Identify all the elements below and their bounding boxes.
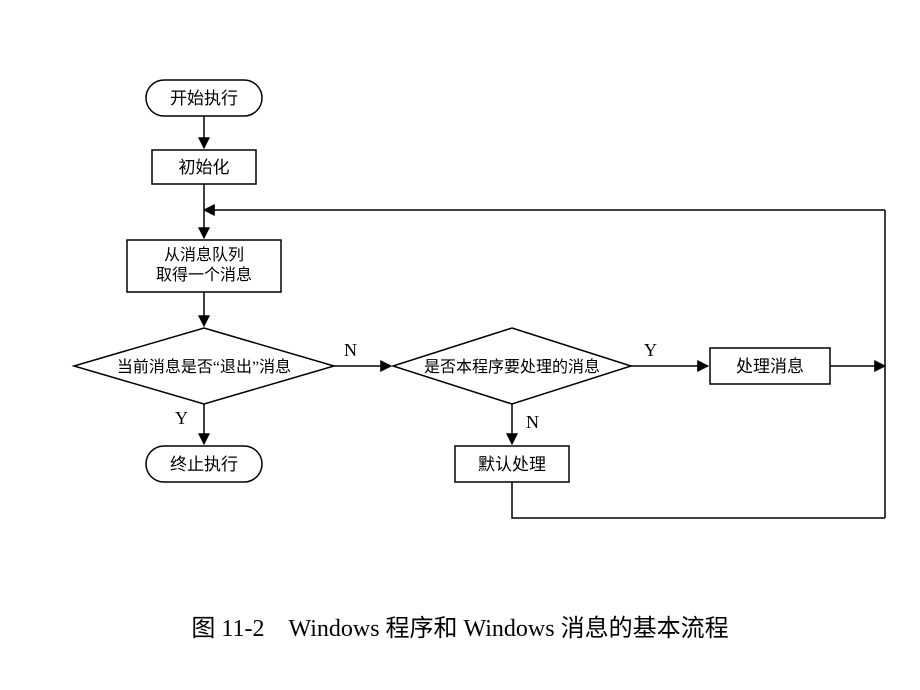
node-init-label: 初始化: [179, 158, 230, 177]
node-default-label: 默认处理: [478, 455, 546, 474]
label-ours-Y: Y: [644, 340, 657, 360]
node-getmsg: 从消息队列 取得一个消息: [127, 240, 281, 292]
node-terminate-label: 终止执行: [170, 455, 238, 474]
node-start: 开始执行: [146, 80, 262, 116]
label-quit-Y: Y: [175, 408, 188, 428]
node-init: 初始化: [152, 150, 256, 184]
label-ours-N: N: [526, 412, 539, 432]
node-is-ours: 是否本程序要处理的消息: [393, 328, 631, 404]
node-getmsg-label2: 取得一个消息: [156, 266, 252, 284]
node-terminate: 终止执行: [146, 446, 262, 482]
node-process-label: 处理消息: [736, 357, 804, 376]
node-is-quit-label: 当前消息是否“退出”消息: [117, 358, 291, 376]
figure-caption: 图 11-2 Windows 程序和 Windows 消息的基本流程: [0, 608, 920, 643]
node-process: 处理消息: [710, 348, 830, 384]
node-is-quit: 当前消息是否“退出”消息: [74, 328, 334, 404]
node-getmsg-label1: 从消息队列: [164, 246, 244, 264]
node-start-label: 开始执行: [170, 89, 238, 108]
label-quit-N: N: [344, 340, 357, 360]
edge-default-loop-h: [512, 482, 885, 518]
node-default: 默认处理: [455, 446, 569, 482]
node-is-ours-label: 是否本程序要处理的消息: [424, 358, 600, 376]
